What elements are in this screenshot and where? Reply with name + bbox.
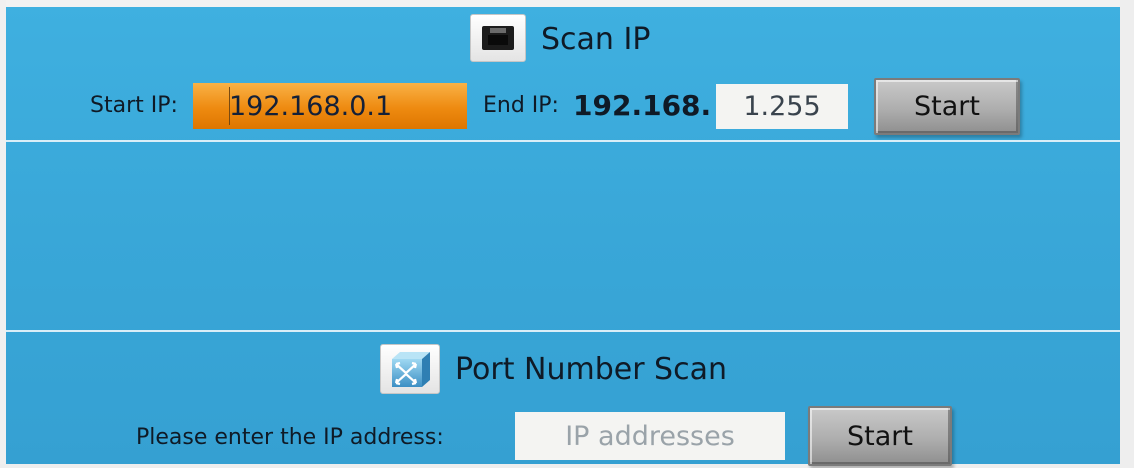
scan-ip-title: Scan IP <box>541 22 651 57</box>
scan-results-area <box>6 143 1120 329</box>
app-screen: Scan IP Start IP: 192.168.0.1 End IP: 19… <box>0 0 1134 468</box>
screen-border-right <box>1120 0 1134 468</box>
ip-address-label: Please enter the IP address: <box>136 425 444 450</box>
start-ip-value: 192.168.0.1 <box>229 90 393 122</box>
port-scan-title: Port Number Scan <box>455 352 727 387</box>
divider <box>6 330 1120 332</box>
ip-address-placeholder: IP addresses <box>565 420 735 452</box>
end-ip-value: 1.255 <box>743 91 821 122</box>
screen-border-bottom <box>0 464 1134 468</box>
end-ip-prefix: 192.168. <box>573 89 712 122</box>
ethernet-port-icon <box>470 14 526 62</box>
text-caret <box>229 87 230 125</box>
end-ip-label: End IP: <box>483 93 559 118</box>
screen-border-top <box>0 0 1134 7</box>
ip-address-input[interactable]: IP addresses <box>515 412 785 460</box>
end-ip-input[interactable]: 1.255 <box>716 84 848 129</box>
scan-ip-start-button[interactable]: Start <box>874 78 1020 135</box>
start-ip-input[interactable]: 192.168.0.1 <box>193 83 467 129</box>
network-switch-icon <box>380 344 440 394</box>
start-ip-label: Start IP: <box>90 93 178 118</box>
port-scan-start-button[interactable]: Start <box>808 406 952 466</box>
divider <box>6 140 1120 142</box>
